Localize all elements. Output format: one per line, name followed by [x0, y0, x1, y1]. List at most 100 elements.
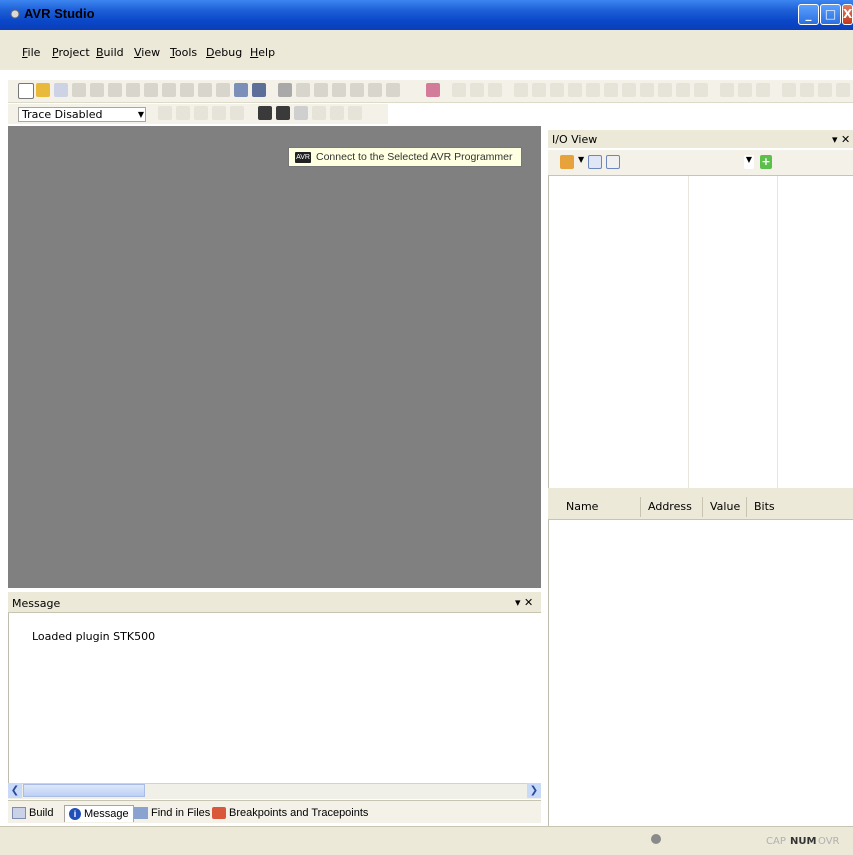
uncomment-icon[interactable]: [386, 83, 400, 97]
programmer-icon-3[interactable]: [294, 106, 308, 120]
step-out-icon[interactable]: [586, 83, 600, 97]
trace-icon-3[interactable]: [194, 106, 208, 120]
clear-bookmarks-icon[interactable]: [350, 83, 364, 97]
memory-icon[interactable]: [720, 83, 734, 97]
next-bookmark-icon[interactable]: [314, 83, 328, 97]
con-programmer-icon[interactable]: [258, 106, 272, 120]
paste-icon[interactable]: [144, 83, 158, 97]
menu-help[interactable]: Help: [250, 46, 275, 59]
trace-icon-5[interactable]: [230, 106, 244, 120]
toggle-view-1-icon[interactable]: [782, 83, 796, 97]
column-divider[interactable]: [702, 497, 703, 517]
find-window-icon[interactable]: [252, 83, 266, 97]
menu-bar: [0, 30, 853, 70]
scroll-right-icon[interactable]: ❯: [527, 783, 541, 798]
cap-indicator: CAP: [766, 836, 786, 847]
close-icon[interactable]: ✕: [841, 133, 850, 146]
panel-menu-icon[interactable]: ▾: [832, 133, 838, 146]
trace-mode-select[interactable]: Trace Disabled ▼: [18, 107, 146, 122]
io-view-title: I/O View: [552, 133, 598, 146]
save-all-icon[interactable]: [72, 83, 86, 97]
indent-icon[interactable]: [198, 83, 212, 97]
auto-step-icon[interactable]: [622, 83, 636, 97]
quickwatch-icon[interactable]: [676, 83, 690, 97]
column-divider[interactable]: [746, 497, 747, 517]
column-header-bits[interactable]: Bits: [754, 500, 775, 513]
scrollbar-thumb[interactable]: [23, 784, 145, 797]
maximize-button[interactable]: □: [820, 4, 841, 25]
toggle-view-2-icon[interactable]: [800, 83, 814, 97]
io-filter-icon[interactable]: [560, 155, 574, 169]
register-icon[interactable]: [738, 83, 752, 97]
disassembler-icon[interactable]: [756, 83, 770, 97]
trace-icon-4[interactable]: [212, 106, 226, 120]
io-tree-column-divider: [688, 176, 689, 488]
menu-project[interactable]: Project: [52, 46, 90, 59]
window-icon[interactable]: [234, 83, 248, 97]
toggle-view-4-icon[interactable]: [836, 83, 850, 97]
run-to-cursor-icon[interactable]: [604, 83, 618, 97]
programmer-icon-6[interactable]: [348, 106, 362, 120]
menu-debug[interactable]: Debug: [206, 46, 242, 59]
minimize-button[interactable]: _: [798, 4, 819, 25]
column-header-value[interactable]: Value: [710, 500, 740, 513]
column-header-address[interactable]: Address: [648, 500, 692, 513]
title-bar[interactable]: [0, 0, 853, 30]
prev-bookmark-icon[interactable]: [332, 83, 346, 97]
step-into-icon[interactable]: [550, 83, 564, 97]
save-icon[interactable]: [54, 83, 68, 97]
io-register-grid[interactable]: [548, 520, 853, 826]
tab-message[interactable]: i Message: [64, 805, 134, 822]
tab-breakpoints[interactable]: Breakpoints and Tracepoints: [212, 805, 368, 821]
comment-icon[interactable]: [368, 83, 382, 97]
watch-icon[interactable]: [694, 83, 708, 97]
column-divider[interactable]: [640, 497, 641, 517]
open-folder-icon[interactable]: [36, 83, 50, 97]
list-view-icon[interactable]: [606, 155, 620, 169]
find-icon[interactable]: [278, 83, 292, 97]
tree-view-icon[interactable]: [588, 155, 602, 169]
reset-icon[interactable]: [514, 83, 528, 97]
redo-icon[interactable]: [180, 83, 194, 97]
break-icon[interactable]: [470, 83, 484, 97]
stop-debug-icon[interactable]: [488, 83, 502, 97]
chevron-down-icon[interactable]: ▼: [578, 155, 584, 169]
tab-build[interactable]: Build: [12, 805, 53, 821]
new-file-icon[interactable]: [18, 83, 34, 99]
menu-view[interactable]: View: [134, 46, 160, 59]
programmer-icon-5[interactable]: [330, 106, 344, 120]
menu-file[interactable]: File: [22, 46, 40, 59]
run-icon[interactable]: [452, 83, 466, 97]
chevron-down-icon[interactable]: ▼: [138, 108, 144, 121]
close-button[interactable]: X: [842, 4, 853, 25]
trace-mode-value: Trace Disabled: [22, 108, 103, 121]
step-over-icon[interactable]: [568, 83, 582, 97]
toggle-view-3-icon[interactable]: [818, 83, 832, 97]
build-project-icon[interactable]: [426, 83, 440, 97]
add-icon[interactable]: +: [760, 155, 772, 169]
panel-menu-icon[interactable]: ▾: [515, 596, 521, 609]
avr-programmer-icon[interactable]: [276, 106, 290, 120]
copy-icon[interactable]: [126, 83, 140, 97]
close-icon[interactable]: ✕: [524, 596, 533, 609]
print-icon[interactable]: [90, 83, 104, 97]
undo-icon[interactable]: [162, 83, 176, 97]
outdent-icon[interactable]: [216, 83, 230, 97]
programmer-icon-4[interactable]: [312, 106, 326, 120]
remove-breakpoints-icon[interactable]: [658, 83, 672, 97]
tab-find-in-files[interactable]: Find in Files: [134, 805, 210, 821]
editor-workspace[interactable]: [8, 126, 541, 588]
show-next-statement-icon[interactable]: [532, 83, 546, 97]
bookmark-icon[interactable]: [296, 83, 310, 97]
scroll-left-icon[interactable]: ❮: [8, 783, 22, 798]
toggle-breakpoint-icon[interactable]: [640, 83, 654, 97]
menu-tools[interactable]: Tools: [170, 46, 197, 59]
chevron-down-icon[interactable]: ▼: [744, 155, 754, 169]
trace-icon-1[interactable]: [158, 106, 172, 120]
cut-icon[interactable]: [108, 83, 122, 97]
ovr-indicator: OVR: [818, 836, 840, 847]
menu-build[interactable]: Build: [96, 46, 124, 59]
column-header-name[interactable]: Name: [566, 500, 598, 513]
io-tree-view[interactable]: [548, 176, 853, 488]
trace-icon-2[interactable]: [176, 106, 190, 120]
